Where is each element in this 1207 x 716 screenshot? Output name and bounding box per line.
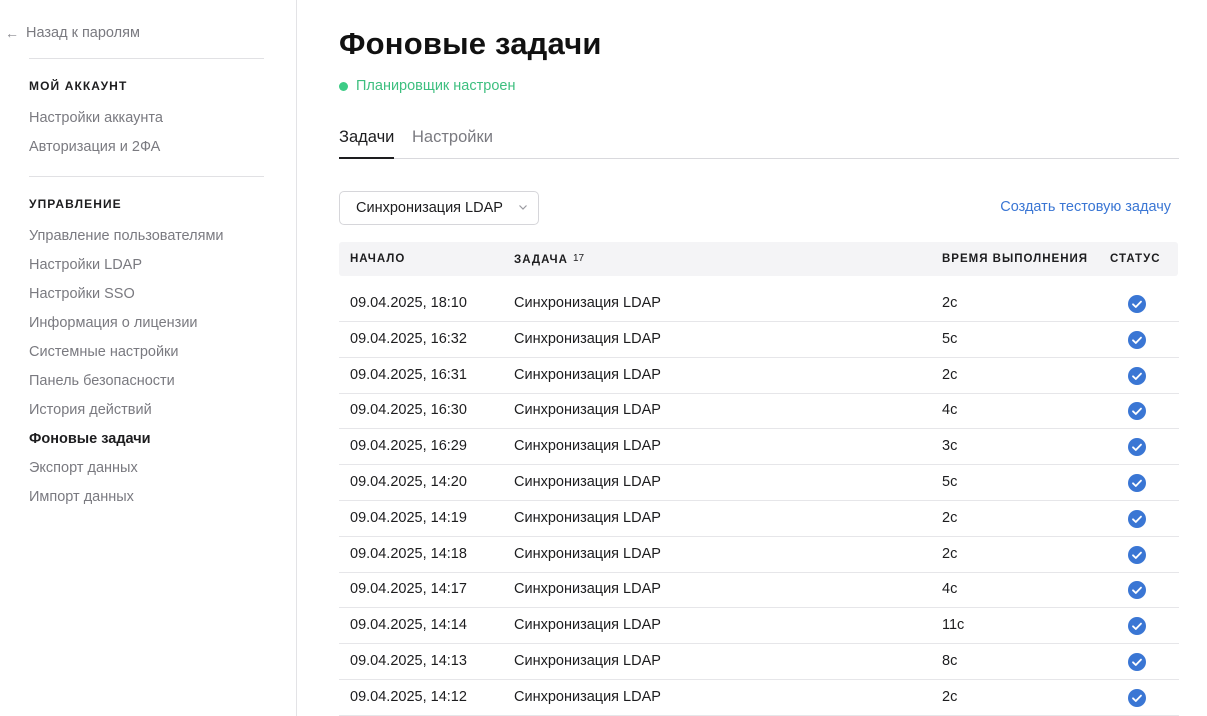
cell-duration: 2с (942, 545, 958, 562)
column-header-task[interactable]: ЗАДАЧА 17 (514, 253, 584, 266)
cell-start: 09.04.2025, 16:30 (350, 402, 467, 419)
table-row[interactable]: 09.04.2025, 14:17 Синхронизация LDAP 4с (339, 572, 1179, 609)
check-circle-icon (1128, 438, 1146, 457)
cell-task: Синхронизация LDAP (514, 438, 661, 455)
cell-duration: 2с (942, 366, 958, 383)
cell-task: Синхронизация LDAP (514, 366, 661, 383)
check-circle-icon (1128, 653, 1146, 671)
check-circle-icon (1128, 402, 1146, 421)
task-count-badge: 17 (572, 253, 585, 264)
sidebar-item-background-tasks[interactable]: Фоновые задачи (29, 431, 151, 447)
cell-duration: 4с (942, 581, 958, 598)
column-header-start[interactable]: НАЧАЛО (350, 253, 405, 265)
check-circle-icon (1128, 617, 1146, 636)
table-row[interactable]: 09.04.2025, 16:30 Синхронизация LDAP 4с (339, 393, 1179, 430)
sidebar-divider (29, 176, 264, 177)
table-row[interactable]: 09.04.2025, 14:20 Синхронизация LDAP 5с (339, 465, 1179, 501)
cell-start: 09.04.2025, 14:18 (350, 545, 467, 562)
back-to-passwords-link[interactable]: ← Назад к паролям (5, 25, 140, 41)
sidebar-item-system-settings[interactable]: Системные настройки (29, 344, 179, 360)
table-row[interactable]: 09.04.2025, 14:14 Синхронизация LDAP 11с (339, 608, 1179, 645)
check-circle-icon (1128, 295, 1146, 313)
cell-start: 09.04.2025, 14:13 (350, 653, 467, 669)
table-row[interactable]: 09.04.2025, 16:29 Синхронизация LDAP 3с (339, 429, 1179, 466)
table-row[interactable]: 09.04.2025, 14:13 Синхронизация LDAP 8с (339, 644, 1179, 680)
section-title-management: УПРАВЛЕНИЕ (29, 197, 122, 211)
check-circle-icon (1128, 688, 1146, 707)
cell-task: Синхронизация LDAP (514, 617, 661, 634)
tab-settings[interactable]: Настройки (412, 128, 493, 159)
main-content: Фоновые задачи Планировщик настроен Зада… (339, 0, 1179, 716)
check-circle-icon (1128, 474, 1146, 492)
sidebar-item-data-export[interactable]: Экспорт данных (29, 460, 138, 476)
chevron-down-icon (519, 205, 527, 210)
cell-start: 09.04.2025, 16:32 (350, 330, 467, 347)
table-row[interactable]: 09.04.2025, 16:32 Синхронизация LDAP 5с (339, 322, 1179, 358)
tabs: Задачи Настройки (339, 128, 1179, 159)
sidebar-item-license-info[interactable]: Информация о лицензии (29, 315, 198, 331)
cell-start: 09.04.2025, 14:17 (350, 581, 467, 598)
page-title: Фоновые задачи (339, 26, 602, 61)
cell-duration: 2с (942, 509, 958, 526)
sidebar-item-activity-history[interactable]: История действий (29, 402, 152, 418)
sidebar-item-account-settings[interactable]: Настройки аккаунта (29, 110, 163, 126)
cell-duration: 8с (942, 653, 958, 669)
cell-duration: 5с (942, 330, 958, 347)
cell-start: 09.04.2025, 14:19 (350, 509, 467, 526)
cell-task: Синхронизация LDAP (514, 581, 661, 598)
tab-tasks[interactable]: Задачи (339, 128, 395, 159)
cell-task: Синхронизация LDAP (514, 545, 661, 562)
column-header-status[interactable]: СТАТУС (1110, 253, 1161, 265)
sidebar-item-sso-settings[interactable]: Настройки SSO (29, 286, 135, 302)
cell-duration: 11с (942, 617, 965, 634)
cell-start: 09.04.2025, 18:10 (350, 295, 467, 311)
scheduler-status-label: Планировщик настроен (356, 78, 516, 94)
sidebar-item-data-import[interactable]: Импорт данных (29, 489, 134, 505)
cell-task: Синхронизация LDAP (514, 402, 661, 419)
table-row[interactable]: 09.04.2025, 18:10 Синхронизация LDAP 2с (339, 286, 1179, 322)
cell-task: Синхронизация LDAP (514, 474, 661, 490)
cell-task: Синхронизация LDAP (514, 295, 661, 311)
sidebar: ← Назад к паролям МОЙ АККАУНТ Настройки … (0, 0, 297, 716)
check-circle-icon (1128, 330, 1146, 349)
column-header-task-label: ЗАДАЧА (514, 254, 568, 266)
cell-start: 09.04.2025, 16:31 (350, 366, 467, 383)
table-row[interactable]: 09.04.2025, 14:19 Синхронизация LDAP 2с (339, 501, 1179, 537)
sidebar-item-security-panel[interactable]: Панель безопасности (29, 373, 175, 389)
check-circle-icon (1128, 509, 1146, 528)
table-header: НАЧАЛО ЗАДАЧА 17 ВРЕМЯ ВЫПОЛНЕНИЯ СТАТУС (339, 242, 1178, 276)
cell-task: Синхронизация LDAP (514, 330, 661, 347)
sidebar-item-auth-2fa[interactable]: Авторизация и 2ФА (29, 139, 160, 155)
task-type-select[interactable]: Синхронизация LDAP (339, 191, 539, 225)
status-dot-icon (339, 81, 348, 91)
section-title-my-account: МОЙ АККАУНТ (29, 79, 128, 93)
column-header-duration[interactable]: ВРЕМЯ ВЫПОЛНЕНИЯ (942, 253, 1088, 265)
sidebar-item-ldap-settings[interactable]: Настройки LDAP (29, 257, 142, 273)
cell-duration: 4с (942, 402, 958, 419)
cell-start: 09.04.2025, 14:12 (350, 688, 467, 705)
check-circle-icon (1128, 581, 1146, 600)
table-row[interactable]: 09.04.2025, 14:12 Синхронизация LDAP 2с (339, 680, 1179, 716)
table-row[interactable]: 09.04.2025, 16:31 Синхронизация LDAP 2с (339, 358, 1179, 394)
scheduler-status: Планировщик настроен (339, 78, 515, 94)
table-row[interactable]: 09.04.2025, 14:18 Синхронизация LDAP 2с (339, 537, 1179, 573)
back-link-label: Назад к паролям (26, 25, 140, 41)
cell-task: Синхронизация LDAP (514, 688, 661, 705)
sidebar-item-user-management[interactable]: Управление пользователями (29, 228, 224, 244)
check-circle-icon (1128, 366, 1146, 385)
cell-start: 09.04.2025, 14:20 (350, 474, 467, 490)
cell-duration: 3с (942, 438, 958, 455)
cell-task: Синхронизация LDAP (514, 509, 661, 526)
check-circle-icon (1128, 545, 1146, 564)
cell-duration: 2с (942, 688, 958, 705)
task-type-select-value: Синхронизация LDAP (356, 200, 503, 216)
cell-duration: 2с (942, 295, 958, 311)
cell-start: 09.04.2025, 16:29 (350, 438, 467, 455)
cell-task: Синхронизация LDAP (514, 653, 661, 669)
cell-start: 09.04.2025, 14:14 (350, 617, 467, 634)
sidebar-divider (29, 58, 264, 59)
create-test-task-link[interactable]: Создать тестовую задачу (1000, 199, 1171, 215)
arrow-left-icon: ← (5, 25, 19, 41)
cell-duration: 5с (942, 474, 958, 490)
